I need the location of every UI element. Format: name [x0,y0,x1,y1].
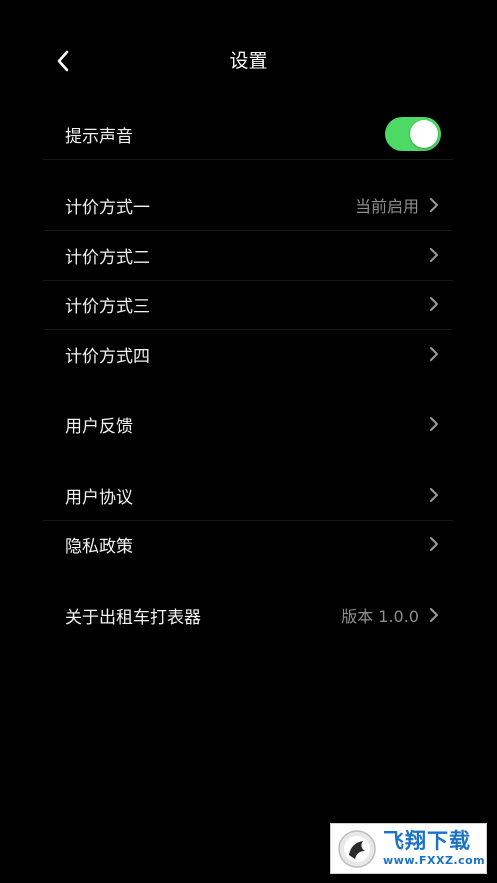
sound-label: 提示声音 [65,126,133,147]
chevron-right-icon [430,608,438,622]
watermark-logo-icon [338,829,376,868]
pricing-method-4-label: 计价方式四 [65,346,150,367]
divider [43,159,453,160]
privacy-policy-row[interactable]: 隐私政策 [43,519,453,569]
chevron-right-icon [430,537,438,551]
header: 设置 [0,0,497,122]
pricing-method-2-row[interactable]: 计价方式二 [43,230,453,280]
sound-setting-row: 提示声音 [43,109,453,159]
chevron-right-icon [430,297,438,311]
chevron-right-icon [430,248,438,262]
pricing-method-3-label: 计价方式三 [65,296,150,317]
chevron-right-icon [430,488,438,502]
watermark-url: www.FXXZ.com [383,854,486,867]
pricing-method-1-status: 当前启用 [354,197,419,216]
feedback-label: 用户反馈 [65,416,133,437]
privacy-policy-label: 隐私政策 [65,536,133,557]
pricing-method-1-label: 计价方式一 [65,197,150,218]
pricing-method-4-row[interactable]: 计价方式四 [43,329,453,379]
pricing-method-1-row[interactable]: 计价方式一 当前启用 [43,180,453,230]
watermark: 飞翔下载 www.FXXZ.com [330,823,487,874]
about-row[interactable]: 关于出租车打表器 版本 1.0.0 [43,590,453,640]
toggle-knob [410,120,438,148]
version-text: 版本 1.0.0 [341,607,419,626]
watermark-brand: 飞翔下载 [383,829,471,853]
user-agreement-row[interactable]: 用户协议 [43,470,453,520]
pricing-method-2-label: 计价方式二 [65,247,150,268]
page-title: 设置 [229,50,268,72]
feedback-row[interactable]: 用户反馈 [43,399,453,449]
sound-toggle[interactable] [385,117,441,151]
chevron-right-icon [430,347,438,361]
user-agreement-label: 用户协议 [65,487,133,508]
pricing-method-3-row[interactable]: 计价方式三 [43,279,453,329]
chevron-right-icon [430,198,438,212]
chevron-right-icon [430,417,438,431]
about-label: 关于出租车打表器 [65,607,201,628]
